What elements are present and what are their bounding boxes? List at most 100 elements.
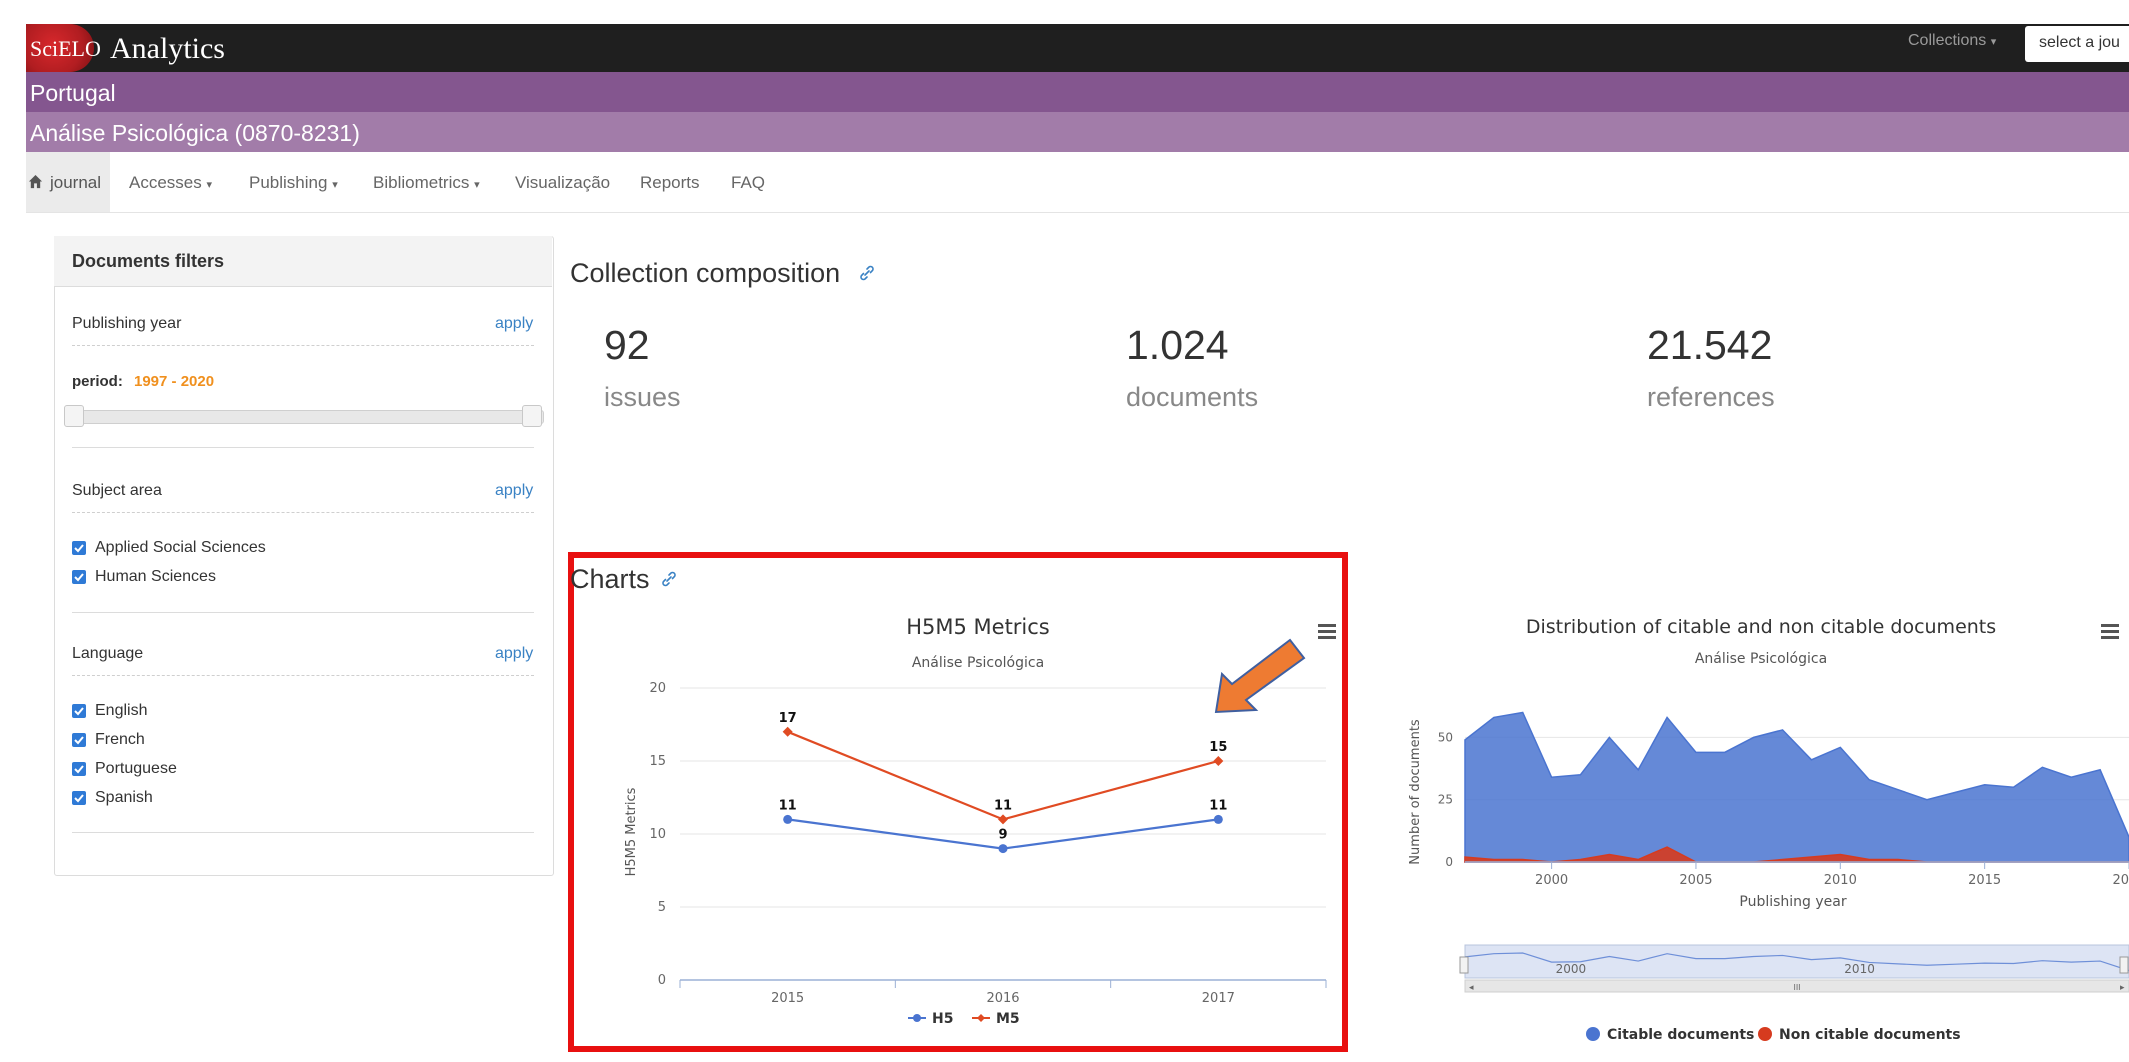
- legend-marker: [913, 1014, 921, 1022]
- tab-visualizacao[interactable]: Visualização: [515, 173, 610, 193]
- secondary-navbar: [26, 152, 2129, 213]
- data-point-h5: [783, 814, 793, 824]
- data-point-m5: [782, 726, 793, 737]
- tab-accesses-label: Accesses: [129, 173, 202, 192]
- tab-reports[interactable]: Reports: [640, 173, 700, 193]
- stat-references-value: 21.542: [1647, 322, 1773, 368]
- journal-select[interactable]: select a jou: [2025, 26, 2129, 62]
- top-navbar: [26, 24, 2129, 72]
- logo-text: SciELO: [30, 36, 101, 61]
- country-title[interactable]: Portugal: [30, 80, 116, 107]
- collection-composition-title: Collection composition: [570, 258, 841, 288]
- check-icon: [74, 707, 84, 716]
- journal-title[interactable]: Análise Psicológica (0870-8231): [30, 120, 360, 147]
- arrow-annotation: [1214, 638, 1306, 714]
- publishing-year-apply-link[interactable]: apply: [495, 315, 533, 333]
- data-label: 17: [779, 711, 797, 726]
- chart-title: Distribution of citable and non citable …: [1526, 616, 1996, 638]
- x-tick-label: 2017: [1202, 991, 1235, 1006]
- app-title[interactable]: Analytics: [110, 32, 225, 66]
- stat-references-label: references: [1647, 382, 1775, 412]
- year-range-slider[interactable]: [72, 410, 544, 424]
- tab-accesses[interactable]: Accesses ▾: [129, 173, 212, 193]
- distribution-chart: Distribution of citable and non citable …: [1408, 616, 2129, 1043]
- check-icon: [74, 573, 84, 582]
- tab-bibliometrics[interactable]: Bibliometrics ▾: [373, 173, 480, 193]
- check-icon: [74, 736, 84, 745]
- divider: [72, 447, 534, 448]
- x-tick-label: 2015: [1968, 873, 2001, 888]
- country-bar: [26, 72, 2129, 112]
- subject-option-label: Applied Social Sciences: [95, 539, 266, 556]
- data-point-h5: [998, 844, 1008, 854]
- link-icon[interactable]: [858, 264, 876, 282]
- checkbox-portuguese[interactable]: [72, 762, 86, 776]
- divider: [72, 832, 534, 833]
- y-tick-label: 15: [649, 754, 666, 769]
- menu-icon[interactable]: [2101, 624, 2119, 639]
- scroll-left-icon: ◂: [1469, 983, 1474, 993]
- chart-subtitle: Análise Psicológica: [912, 655, 1044, 671]
- link-icon[interactable]: [660, 570, 678, 588]
- data-point-m5: [1213, 756, 1224, 766]
- checkbox-french[interactable]: [72, 733, 86, 747]
- slider-handle-end[interactable]: [522, 405, 542, 427]
- x-tick-label: 2010: [1824, 873, 1857, 888]
- area-citable: [1464, 711, 2129, 863]
- check-icon: [74, 794, 84, 803]
- checkbox-spanish[interactable]: [72, 791, 86, 805]
- chart-title: H5M5 Metrics: [906, 615, 1050, 639]
- caret-down-icon: ▾: [206, 179, 213, 191]
- stat-documents-label: documents: [1126, 382, 1259, 412]
- stat-issues-value: 92: [604, 322, 650, 368]
- subject-area-label: Subject area: [72, 482, 162, 499]
- caret-down-icon: ▾: [1990, 36, 1997, 48]
- data-point-m5: [998, 814, 1008, 825]
- tab-publishing[interactable]: Publishing ▾: [249, 173, 338, 193]
- x-tick-label: 2005: [1679, 873, 1712, 888]
- y-axis-label: Number of documents: [1408, 719, 1423, 865]
- divider: [72, 612, 534, 613]
- period-label: period:: [72, 373, 123, 390]
- tab-bibliometrics-label: Bibliometrics: [373, 173, 470, 192]
- y-tick-label: 5: [658, 900, 666, 915]
- tab-faq[interactable]: FAQ: [731, 173, 765, 193]
- checkbox-english[interactable]: [72, 704, 86, 718]
- y-tick-label: 25: [1438, 793, 1453, 807]
- subject-area-apply-link[interactable]: apply: [495, 482, 533, 500]
- data-label: 15: [1209, 740, 1227, 755]
- check-icon: [74, 544, 84, 553]
- publishing-year-label: Publishing year: [72, 315, 182, 332]
- collections-dropdown[interactable]: Collections ▾: [1908, 32, 1996, 50]
- data-label: 9: [998, 828, 1007, 843]
- navigator-handle-left: [1459, 956, 1469, 974]
- data-label: 11: [1209, 798, 1227, 813]
- legend-marker: [1586, 1027, 1600, 1041]
- check-icon: [74, 765, 84, 774]
- subject-option-label: Human Sciences: [95, 568, 216, 585]
- checkbox-human-sciences[interactable]: [72, 570, 86, 584]
- language-option-label: French: [95, 731, 145, 748]
- divider: [72, 512, 534, 513]
- legend-label: Non citable documents: [1779, 1027, 1961, 1043]
- period-value: 1997 - 2020: [134, 373, 215, 390]
- checkbox-applied-social-sciences[interactable]: [72, 541, 86, 555]
- menu-icon[interactable]: [1318, 624, 1336, 639]
- data-point-h5: [1213, 814, 1223, 824]
- x-tick-label: 2020: [2112, 873, 2129, 888]
- language-apply-link[interactable]: apply: [495, 645, 533, 663]
- y-tick-label: 20: [649, 681, 666, 696]
- language-option-label: English: [95, 702, 148, 719]
- navigator-label: 2010: [1844, 962, 1875, 976]
- divider: [72, 345, 534, 346]
- caret-down-icon: ▾: [332, 179, 338, 191]
- slider-handle-start[interactable]: [64, 405, 84, 427]
- y-tick-label: 0: [658, 973, 666, 988]
- stat-documents-value: 1.024: [1126, 322, 1229, 368]
- chart-subtitle: Análise Psicológica: [1695, 651, 1827, 667]
- y-axis-label: H5M5 Metrics: [624, 787, 639, 876]
- collections-label: Collections: [1908, 32, 1987, 49]
- language-option-label: Spanish: [95, 789, 153, 806]
- panel-title: Documents filters: [72, 251, 225, 271]
- x-tick-label: 2015: [771, 991, 804, 1006]
